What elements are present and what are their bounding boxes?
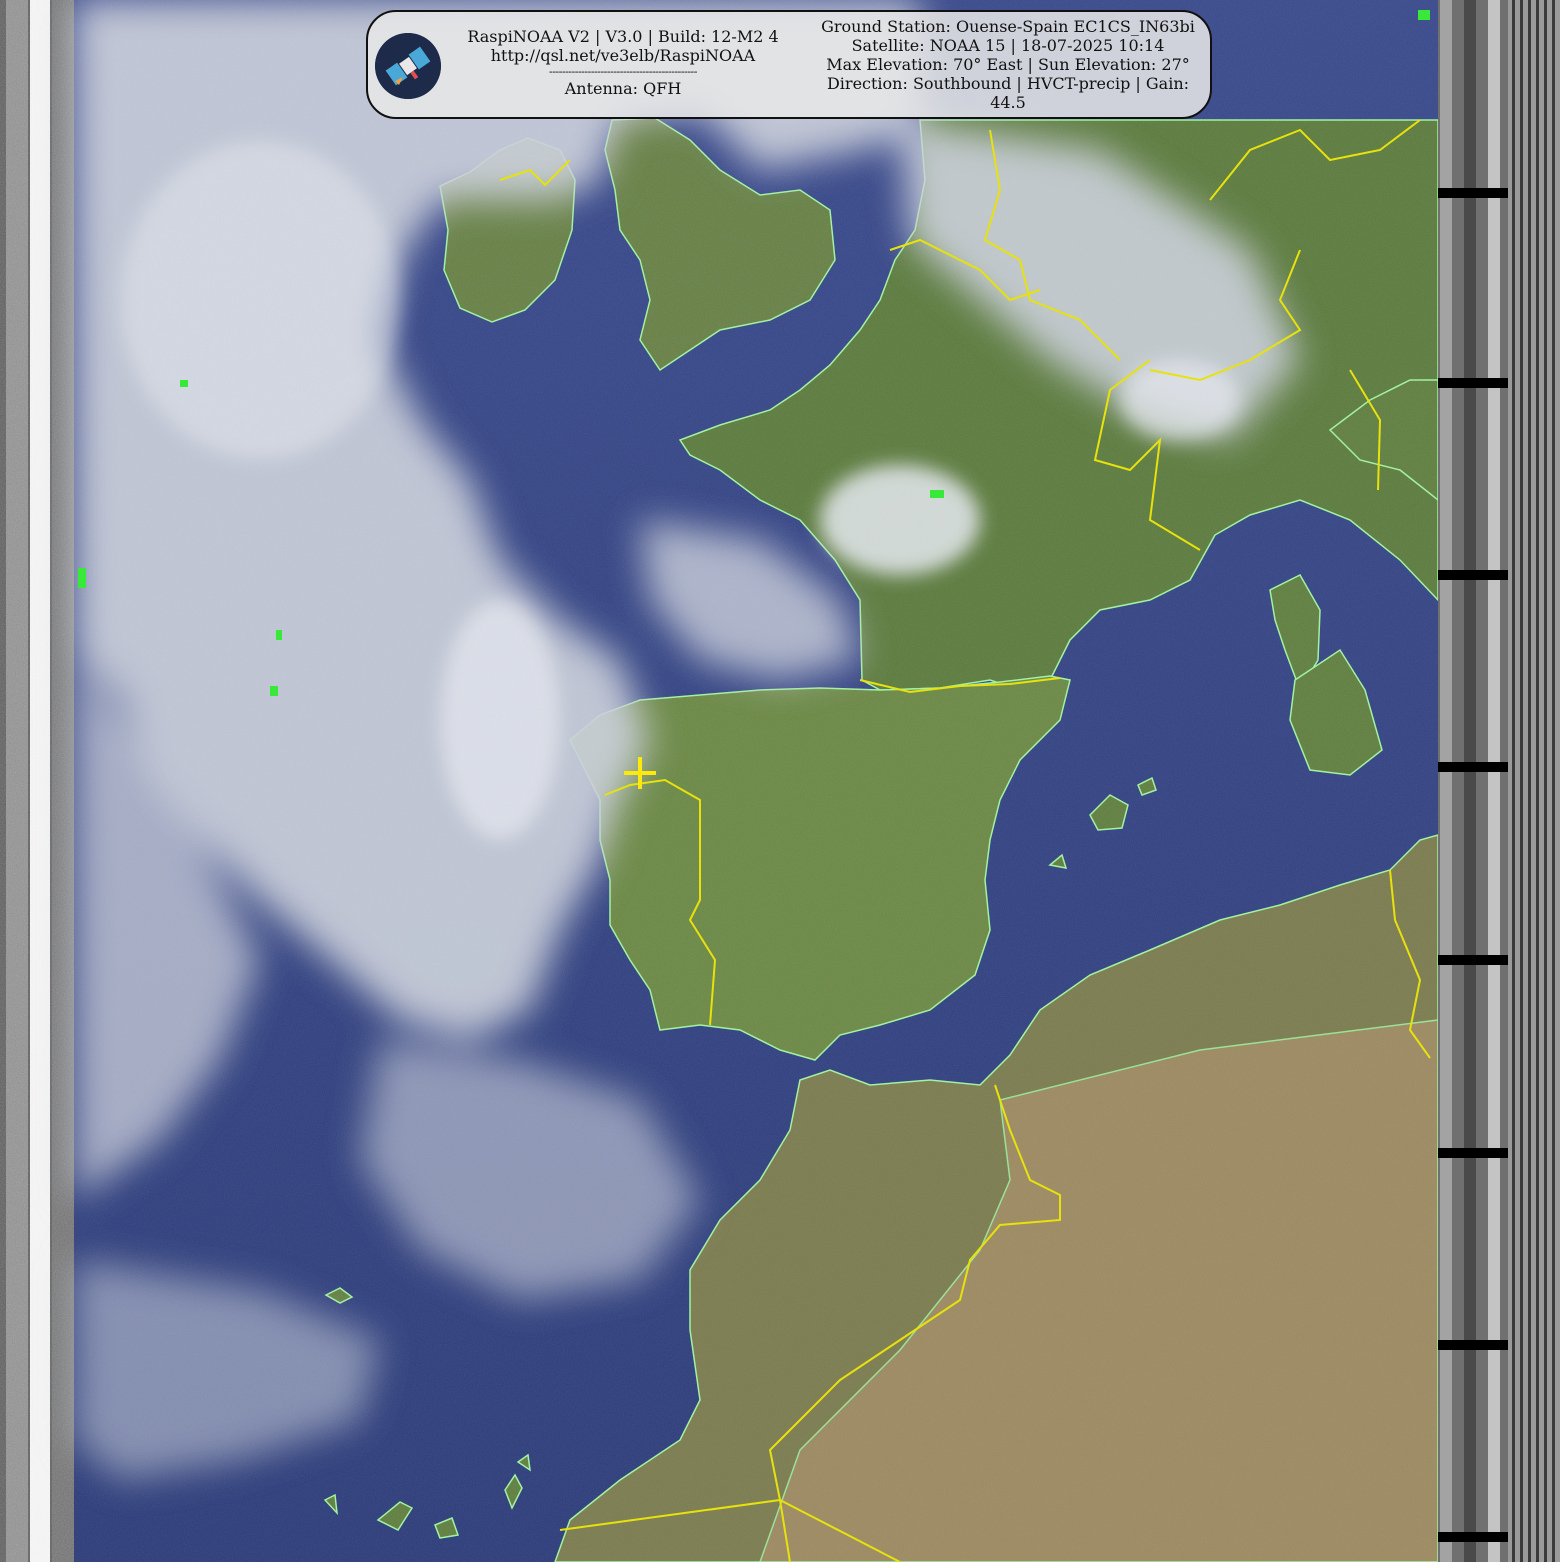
pass-info-right: Ground Station: Ouense-Spain EC1CS_IN63b… (813, 17, 1203, 112)
satellite-pass: Satellite: NOAA 15 | 18-07-2025 10:14 (851, 36, 1165, 55)
elevation-info: Max Elevation: 70° East | Sun Elevation:… (826, 55, 1190, 74)
direction-info: Direction: Southbound | HVCT-precip | Ga… (826, 74, 1190, 112)
satellite-icon (375, 33, 441, 99)
ground-station: Ground Station: Ouense-Spain EC1CS_IN63b… (821, 17, 1195, 36)
left-sync-strip (0, 0, 74, 1562)
antenna-info: Antenna: QFH (564, 79, 682, 98)
satellite-image (0, 0, 1560, 1562)
image-grain (74, 0, 1438, 1562)
station-info-left: RaspiNOAA V2 | V3.0 | Build: 12-M2 4 htt… (448, 27, 798, 98)
telemetry-strip (1438, 0, 1560, 1562)
software-version: RaspiNOAA V2 | V3.0 | Build: 12-M2 4 (467, 27, 779, 46)
pass-info-banner: RaspiNOAA V2 | V3.0 | Build: 12-M2 4 htt… (366, 10, 1212, 119)
separator-line: ----------------------------------------… (549, 65, 697, 78)
project-url: http://qsl.net/ve3elb/RaspiNOAA (490, 46, 756, 65)
